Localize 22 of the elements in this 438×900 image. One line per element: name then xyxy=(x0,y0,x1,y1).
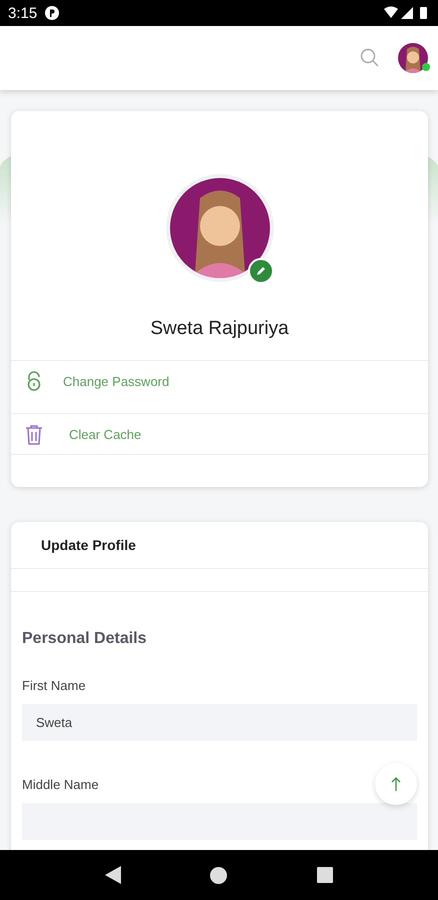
recents-icon[interactable] xyxy=(317,867,334,883)
arrow-up-icon xyxy=(391,777,401,791)
input-field[interactable] xyxy=(22,803,417,840)
avatar-icon xyxy=(398,43,428,73)
pencil-icon xyxy=(254,265,266,277)
lock-icon xyxy=(25,371,43,391)
back-icon[interactable] xyxy=(104,866,121,884)
profile-name: Sweta Rajpuriya xyxy=(150,318,289,340)
menu-link[interactable]: Clear Cache xyxy=(69,426,142,442)
input-field[interactable]: Sweta xyxy=(22,704,417,741)
avatar-icon xyxy=(170,178,270,278)
section-heading: Personal Details xyxy=(22,630,148,648)
notification-icon xyxy=(45,6,60,20)
menu-link[interactable]: Change Password xyxy=(63,374,170,388)
trash-icon xyxy=(25,424,43,444)
card-title: Update Profile xyxy=(41,537,136,553)
field-label: Middle Name xyxy=(22,777,99,792)
field-label: First Name xyxy=(22,678,86,693)
home-icon[interactable] xyxy=(210,866,228,884)
status-time: 3:15 xyxy=(8,4,38,22)
edit-avatar-button[interactable] xyxy=(248,258,274,284)
status-icons xyxy=(384,6,430,20)
